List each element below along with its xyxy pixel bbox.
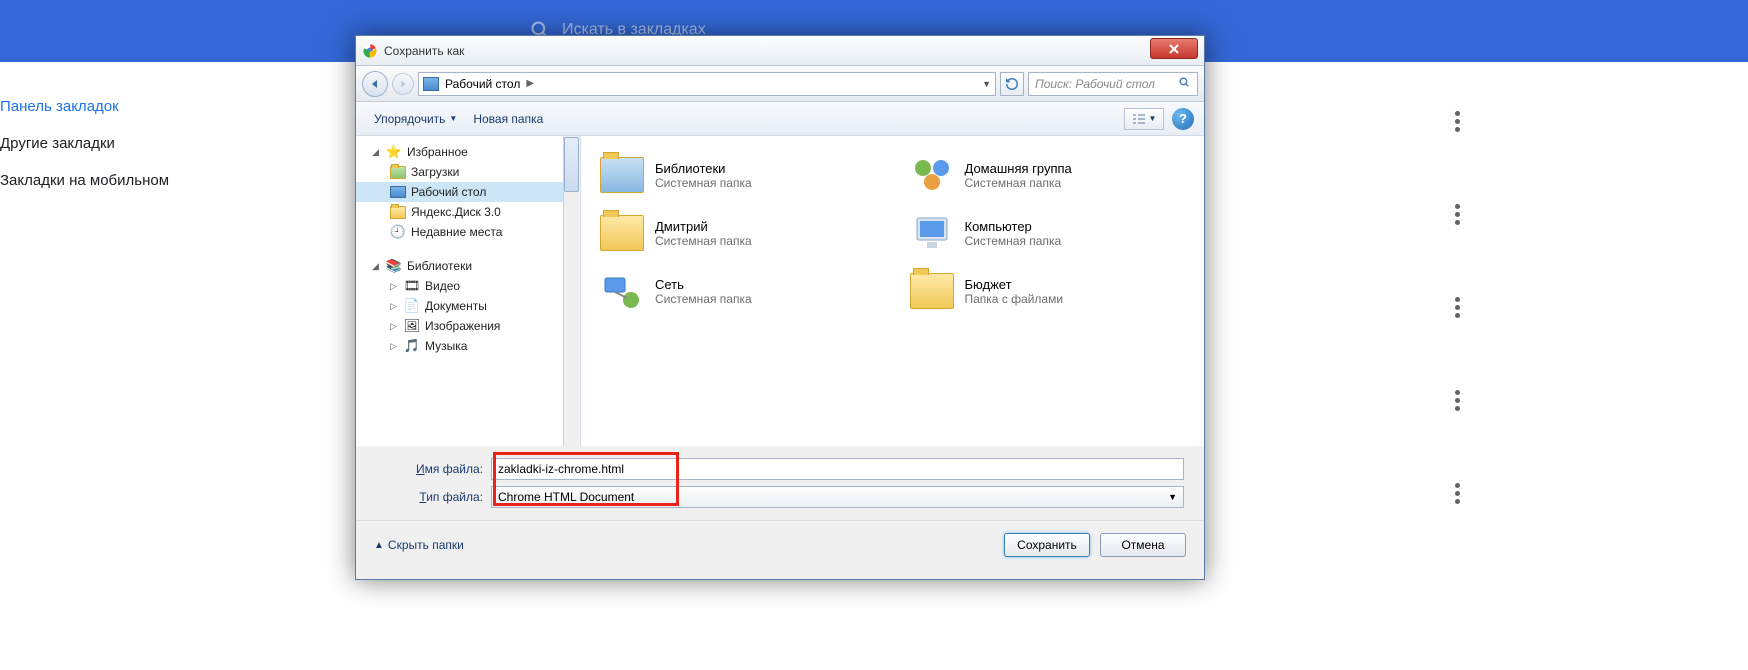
close-icon [1168, 44, 1180, 54]
close-button[interactable] [1150, 38, 1198, 59]
action-bar: ▲Скрыть папки Сохранить Отмена [356, 520, 1204, 569]
arrow-right-icon [398, 79, 408, 89]
refresh-button[interactable] [1000, 72, 1024, 96]
images-icon: 🖼 [404, 318, 420, 334]
list-icon [1132, 113, 1146, 125]
new-folder-button[interactable]: Новая папка [465, 108, 551, 130]
folder-tree: ◢⭐Избранное Загрузки Рабочий стол Яндекс… [356, 136, 581, 446]
video-icon: 🎞 [404, 278, 420, 294]
bookmark-sidebar: Панель закладок Другие закладки Закладки… [0, 88, 280, 199]
item-menu-button[interactable] [1447, 286, 1468, 329]
dialog-titlebar[interactable]: Сохранить как [356, 36, 1204, 66]
folder-icon [909, 270, 955, 312]
libraries-icon: 📚 [386, 258, 402, 274]
tree-downloads[interactable]: Загрузки [356, 162, 580, 182]
chevron-right-icon: ▶ [526, 78, 534, 89]
back-button[interactable] [362, 71, 388, 97]
item-menu-button[interactable] [1447, 472, 1468, 515]
forward-button[interactable] [392, 73, 414, 95]
item-user[interactable]: ДмитрийСистемная папка [593, 206, 883, 260]
chevron-down-icon: ▼ [1168, 492, 1177, 502]
item-menu-button[interactable] [1447, 193, 1468, 236]
help-button[interactable]: ? [1172, 108, 1194, 130]
chevron-up-icon: ▲ [374, 540, 384, 551]
breadcrumb-bar[interactable]: Рабочий стол ▶ ▼ [418, 72, 996, 96]
arrow-left-icon [369, 78, 381, 90]
caret-right-icon: ▷ [390, 321, 399, 332]
file-list: БиблиотекиСистемная папка Домашняя групп… [581, 136, 1204, 446]
view-mode-button[interactable]: ▼ [1124, 108, 1164, 130]
download-icon [390, 164, 406, 180]
form-area: Имя файла: Тип файла: Chrome HTML Docume… [356, 446, 1204, 520]
item-menu-button[interactable] [1447, 100, 1468, 143]
filetype-label: Тип файла: [376, 490, 491, 504]
tree-recent[interactable]: 🕘Недавние места [356, 222, 580, 242]
music-icon: 🎵 [404, 338, 420, 354]
docs-icon: 📄 [404, 298, 420, 314]
computer-icon [909, 212, 955, 254]
homegroup-icon [909, 154, 955, 196]
tree-desktop[interactable]: Рабочий стол [356, 182, 580, 202]
save-button[interactable]: Сохранить [1004, 533, 1090, 557]
user-folder-icon [599, 212, 645, 254]
caret-down-icon: ◢ [372, 261, 381, 272]
chevron-down-icon: ▼ [449, 114, 457, 123]
bookmark-item-menus [1447, 100, 1468, 565]
filetype-select[interactable]: Chrome HTML Document▼ [491, 486, 1184, 508]
tree-scrollbar[interactable] [563, 136, 580, 446]
nav-bar: Рабочий стол ▶ ▼ Поиск: Рабочий стол [356, 66, 1204, 102]
desktop-icon [390, 184, 406, 200]
star-icon: ⭐ [386, 144, 402, 160]
item-computer[interactable]: КомпьютерСистемная папка [903, 206, 1193, 260]
item-homegroup[interactable]: Домашняя группаСистемная папка [903, 148, 1193, 202]
tree-documents[interactable]: ▷📄Документы [356, 296, 580, 316]
tree-music[interactable]: ▷🎵Музыка [356, 336, 580, 356]
caret-right-icon: ▷ [390, 301, 399, 312]
libraries-icon [599, 154, 645, 196]
dialog-title: Сохранить как [384, 44, 1150, 58]
caret-right-icon: ▷ [390, 281, 399, 292]
chevron-down-icon[interactable]: ▼ [982, 79, 991, 89]
desktop-icon [423, 77, 439, 91]
sidebar-bookmarks-bar[interactable]: Панель закладок [0, 88, 280, 125]
toolbar: Упорядочить ▼ Новая папка ▼ ? [356, 102, 1204, 136]
item-budget-folder[interactable]: БюджетПапка с файлами [903, 264, 1193, 318]
caret-down-icon: ◢ [372, 147, 381, 158]
folder-icon [390, 204, 406, 220]
sidebar-other-bookmarks[interactable]: Другие закладки [0, 125, 280, 162]
chevron-down-icon: ▼ [1149, 114, 1157, 123]
tree-libraries[interactable]: ◢📚Библиотеки [356, 256, 580, 276]
cancel-button[interactable]: Отмена [1100, 533, 1186, 557]
organize-button[interactable]: Упорядочить ▼ [366, 108, 465, 130]
hide-folders-toggle[interactable]: ▲Скрыть папки [374, 538, 464, 552]
tree-images[interactable]: ▷🖼Изображения [356, 316, 580, 336]
tree-favorites[interactable]: ◢⭐Избранное [356, 142, 580, 162]
item-libraries[interactable]: БиблиотекиСистемная папка [593, 148, 883, 202]
breadcrumb-text: Рабочий стол [445, 77, 520, 91]
chrome-icon [362, 43, 378, 59]
item-network[interactable]: СетьСистемная папка [593, 264, 883, 318]
tree-video[interactable]: ▷🎞Видео [356, 276, 580, 296]
network-icon [599, 270, 645, 312]
save-as-dialog: Сохранить как Рабочий стол ▶ ▼ Поиск: Ра… [355, 35, 1205, 580]
sidebar-mobile-bookmarks[interactable]: Закладки на мобильном [0, 162, 280, 199]
filename-label: Имя файла: [376, 462, 491, 476]
filename-input[interactable] [491, 458, 1184, 480]
search-input[interactable]: Поиск: Рабочий стол [1028, 72, 1198, 96]
caret-right-icon: ▷ [390, 341, 399, 352]
search-placeholder-text: Поиск: Рабочий стол [1035, 77, 1155, 91]
item-menu-button[interactable] [1447, 379, 1468, 422]
search-icon [1178, 76, 1191, 92]
recent-icon: 🕘 [390, 224, 406, 240]
refresh-icon [1005, 77, 1019, 91]
tree-yandex-disk[interactable]: Яндекс.Диск 3.0 [356, 202, 580, 222]
scrollbar-thumb[interactable] [564, 137, 579, 192]
